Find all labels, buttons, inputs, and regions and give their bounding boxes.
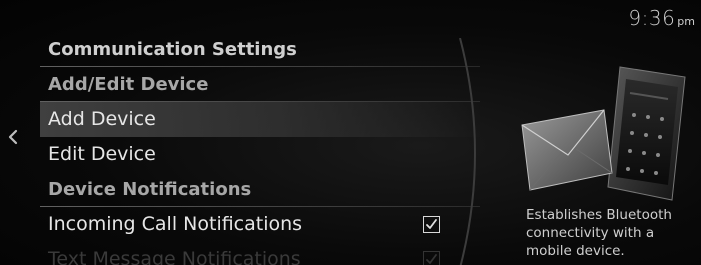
settings-menu: Communication Settings Add/Edit Device A…: [40, 32, 480, 265]
panel-divider-arc: [459, 38, 476, 265]
menu-item-incoming-call-notifications[interactable]: Incoming Call Notifications: [40, 207, 480, 242]
clock-ampm: pm: [677, 15, 695, 28]
section-header-text: Device Notifications: [48, 179, 252, 200]
menu-title-text: Communication Settings: [48, 39, 297, 60]
text-message-checkbox[interactable]: [423, 251, 440, 265]
menu-item-label: Incoming Call Notifications: [48, 213, 303, 235]
envelope-shape: [521, 109, 613, 191]
info-description: Establishes Bluetooth connectivity with …: [526, 207, 672, 259]
incoming-call-checkbox[interactable]: [423, 216, 440, 233]
menu-title: Communication Settings: [40, 32, 480, 67]
menu-item-label: Text Message Notifications: [48, 248, 301, 265]
envelope-and-phone-illustration: [521, 66, 686, 201]
menu-item-label: Add Device: [48, 108, 156, 130]
phone-shape: [607, 66, 686, 201]
menu-item-text-message-notifications[interactable]: Text Message Notifications: [40, 242, 480, 265]
menu-item-edit-device[interactable]: Edit Device: [40, 137, 480, 172]
infotainment-screen: 9:36 pm Communication Settings Add/Edit D…: [0, 0, 701, 265]
checkmark-icon: [426, 254, 437, 264]
section-header-text: Add/Edit Device: [48, 74, 209, 95]
menu-item-label: Edit Device: [48, 143, 156, 165]
section-header-device-notifications: Device Notifications: [40, 172, 480, 207]
clock: 9:36 pm: [628, 6, 695, 30]
chevron-left-icon[interactable]: [6, 126, 20, 148]
clock-time: 9:36: [628, 6, 676, 30]
menu-item-add-device[interactable]: Add Device: [40, 102, 480, 137]
checkmark-icon: [426, 219, 437, 229]
section-header-add-edit: Add/Edit Device: [40, 67, 480, 102]
